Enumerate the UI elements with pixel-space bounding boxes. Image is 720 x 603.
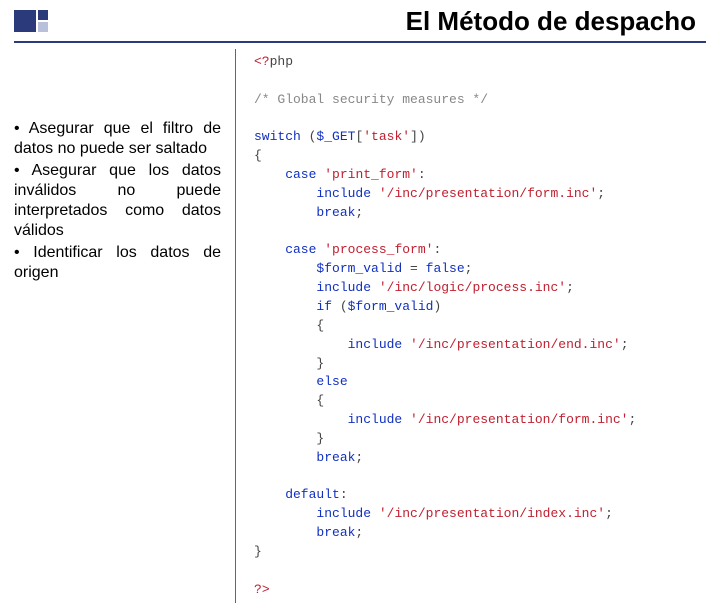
- bullet-item: • Asegurar que el filtro de datos no pue…: [14, 119, 221, 159]
- code-keyword: include: [254, 506, 371, 521]
- code-keyword: break: [254, 525, 355, 540]
- code-text: ;: [355, 450, 363, 465]
- code-text: :: [433, 242, 441, 257]
- code-text: ;: [597, 186, 605, 201]
- code-gutter: [236, 49, 248, 603]
- bullet-list: • Asegurar que el filtro de datos no pue…: [14, 49, 229, 603]
- code-text: ): [433, 299, 441, 314]
- accent-small-square: [38, 10, 48, 20]
- code-text: ;: [605, 506, 613, 521]
- code-comment: /* Global security measures */: [254, 92, 488, 107]
- code-text: =: [402, 261, 425, 276]
- code-var: $form_valid: [316, 261, 402, 276]
- code-keyword: default: [254, 487, 340, 502]
- code-text: ;: [628, 412, 636, 427]
- slide-header: El Método de despacho: [0, 0, 720, 41]
- code-text: [402, 412, 410, 427]
- code-string: 'process_form': [324, 242, 433, 257]
- code-text: (: [301, 129, 317, 144]
- code-keyword: false: [426, 261, 465, 276]
- code-string: '/inc/presentation/end.inc': [410, 337, 621, 352]
- code-string: 'task': [363, 129, 410, 144]
- code-string: '/inc/presentation/form.inc': [410, 412, 628, 427]
- accent-small-square-light: [38, 22, 48, 32]
- code-block: <?php /* Global security measures */ swi…: [248, 49, 720, 603]
- code-text: :: [418, 167, 426, 182]
- code-text: }: [254, 356, 324, 371]
- code-text: ;: [355, 205, 363, 220]
- code-string: '/inc/logic/process.inc': [379, 280, 566, 295]
- code-text: }: [254, 431, 324, 446]
- accent-small-col: [38, 10, 48, 34]
- code-keyword: switch: [254, 129, 301, 144]
- code-text: [371, 506, 379, 521]
- code-tag: ?: [254, 582, 262, 597]
- code-keyword: else: [254, 374, 348, 389]
- code-text: {: [254, 318, 324, 333]
- code-text: (: [332, 299, 348, 314]
- code-string: 'print_form': [324, 167, 418, 182]
- code-text: ;: [355, 525, 363, 540]
- code-text: [371, 186, 379, 201]
- code-keyword: if: [254, 299, 332, 314]
- code-text: ;: [621, 337, 629, 352]
- code-text: php: [270, 54, 293, 69]
- code-text: {: [254, 393, 324, 408]
- code-keyword: break: [254, 205, 355, 220]
- code-text: [371, 280, 379, 295]
- code-keyword: include: [254, 412, 402, 427]
- slide-body: • Asegurar que el filtro de datos no pue…: [0, 49, 720, 603]
- code-panel: <?php /* Global security measures */ swi…: [235, 49, 720, 603]
- code-keyword: case: [254, 167, 316, 182]
- code-keyword: include: [254, 280, 371, 295]
- code-string: '/inc/presentation/form.inc': [379, 186, 597, 201]
- code-text: [254, 261, 316, 276]
- code-var: $_GET: [316, 129, 355, 144]
- code-keyword: include: [254, 186, 371, 201]
- code-text: ]): [410, 129, 426, 144]
- code-keyword: include: [254, 337, 402, 352]
- code-text: }: [254, 544, 262, 559]
- code-tag: <?: [254, 54, 270, 69]
- code-var: $form_valid: [348, 299, 434, 314]
- bullet-item: • Asegurar que los datos inválidos no pu…: [14, 161, 221, 241]
- header-rule: [14, 41, 706, 43]
- code-text: :: [340, 487, 348, 502]
- code-text: [402, 337, 410, 352]
- code-keyword: break: [254, 450, 355, 465]
- accent-big-square: [14, 10, 36, 32]
- code-tag: >: [262, 582, 270, 597]
- code-text: {: [254, 148, 262, 163]
- slide-title: El Método de despacho: [48, 6, 706, 37]
- code-text: ;: [566, 280, 574, 295]
- code-text: ;: [465, 261, 473, 276]
- code-keyword: case: [254, 242, 316, 257]
- bullet-item: • Identificar los datos de origen: [14, 243, 221, 283]
- accent-squares: [14, 10, 48, 34]
- code-string: '/inc/presentation/index.inc': [379, 506, 605, 521]
